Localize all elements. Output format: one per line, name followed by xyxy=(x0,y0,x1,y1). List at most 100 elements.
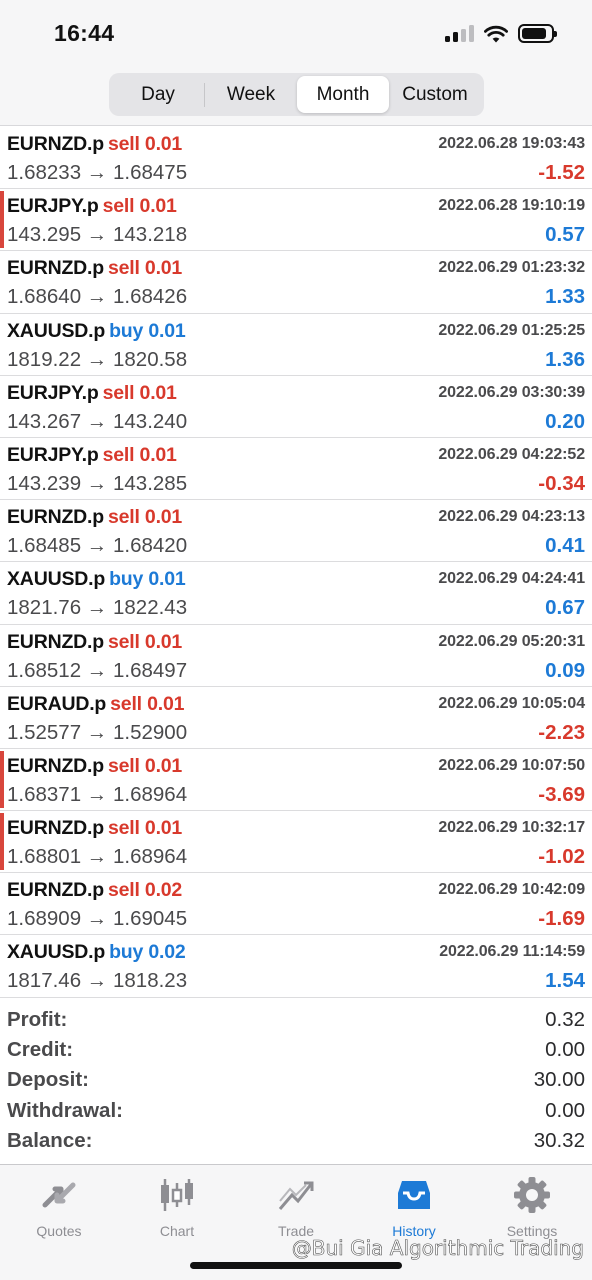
segment-custom[interactable]: Custom xyxy=(389,76,481,113)
trade-profit: 0.09 xyxy=(545,658,585,682)
row-marker xyxy=(0,750,4,809)
trade-row[interactable]: XAUUSD.p buy 0.02 2022.06.29 11:14:59 1817.… xyxy=(0,935,592,998)
tab-chart[interactable]: Chart xyxy=(118,1175,236,1239)
trade-profit: 1.33 xyxy=(545,285,585,309)
trade-side-volume: sell 0.01 xyxy=(107,506,183,529)
trade-row[interactable]: EURAUD.p sell 0.01 2022.06.29 10:05:04 1.52… xyxy=(0,687,592,749)
trade-symbol: EURJPY.p xyxy=(7,195,99,218)
trade-side-volume: sell 0.01 xyxy=(110,692,185,715)
trade-profit: 0.67 xyxy=(545,596,585,620)
trade-row[interactable]: EURNZD.p sell 0.01 2022.06.28 19:03:43 1.68… xyxy=(0,127,592,190)
trade-row[interactable]: EURJPY.p sell 0.01 2022.06.29 04:22:52 143.… xyxy=(0,438,592,501)
summary-label: Deposit: xyxy=(7,1068,89,1092)
trade-profit: -0.34 xyxy=(538,471,585,495)
home-indicator[interactable] xyxy=(190,1262,402,1269)
summary-row: Credit: 0.00 xyxy=(0,1038,592,1068)
trade-time: 2022.06.29 05:20:31 xyxy=(438,632,585,650)
period-selector-bar: Day Week Month Custom xyxy=(0,68,592,126)
trade-prices: 1.68909 → 1.69045 xyxy=(7,907,188,931)
status-icons xyxy=(445,24,557,43)
trade-prices: 143.295 → 143.218 xyxy=(7,223,188,247)
trade-side-volume: buy 0.02 xyxy=(109,941,186,964)
summary-label: Credit: xyxy=(7,1038,74,1062)
trade-side-volume: sell 0.01 xyxy=(102,195,177,218)
status-time: 16:44 xyxy=(54,20,115,46)
summary-label: Withdrawal: xyxy=(7,1098,123,1122)
summary-row: Deposit: 30.00 xyxy=(0,1068,592,1098)
trade-row[interactable]: EURNZD.p sell 0.01 2022.06.29 04:23:13 1.68… xyxy=(0,500,592,563)
trade-side-volume: sell 0.01 xyxy=(107,257,183,280)
summary-value: 0.00 xyxy=(545,1098,585,1122)
trade-symbol-line: EURNZD.p sell 0.01 xyxy=(7,755,182,778)
tab-history[interactable]: History xyxy=(355,1175,473,1239)
trade-symbol-line: EURNZD.p sell 0.01 xyxy=(7,506,182,529)
summary-value: 30.00 xyxy=(533,1068,585,1092)
segment-month[interactable]: Month xyxy=(297,76,389,113)
row-marker xyxy=(0,813,4,871)
trade-prices: 1.68640 → 1.68426 xyxy=(7,285,188,309)
trade-time: 2022.06.29 10:05:04 xyxy=(438,694,585,712)
trade-time: 2022.06.29 10:42:09 xyxy=(438,881,585,899)
trade-row[interactable]: EURJPY.p sell 0.01 2022.06.29 03:30:39 143.… xyxy=(0,376,592,438)
tab-trade[interactable]: Trade xyxy=(237,1175,355,1239)
trade-symbol-line: EURNZD.p sell 0.02 xyxy=(7,879,182,902)
trade-profit: -1.02 xyxy=(538,845,585,869)
trade-row[interactable]: EURNZD.p sell 0.01 2022.06.29 10:32:17 1.68… xyxy=(0,811,592,874)
trade-row[interactable]: EURJPY.p sell 0.01 2022.06.28 19:10:19 143.… xyxy=(0,189,592,252)
trade-symbol-line: XAUUSD.p buy 0.01 xyxy=(7,320,186,343)
trade-symbol-line: EURNZD.p sell 0.01 xyxy=(7,817,182,840)
trade-time: 2022.06.28 19:10:19 xyxy=(438,197,585,215)
trade-symbol-line: EURNZD.p sell 0.01 xyxy=(7,257,182,280)
battery-icon xyxy=(518,24,557,43)
trade-symbol: XAUUSD.p xyxy=(7,941,106,964)
trade-time: 2022.06.29 04:22:52 xyxy=(438,445,585,463)
trade-symbol: EURNZD.p xyxy=(7,817,104,840)
trade-history-list: EURNZD.p sell 0.01 2022.06.28 19:03:43 1.68… xyxy=(0,127,592,998)
trade-row[interactable]: EURNZD.p sell 0.02 2022.06.29 10:42:09 1.68… xyxy=(0,873,592,936)
trade-time: 2022.06.29 04:23:13 xyxy=(438,508,585,526)
trade-prices: 1.68371 → 1.68964 xyxy=(7,782,188,806)
trade-profit: -3.69 xyxy=(538,782,585,806)
trade-side-volume: sell 0.01 xyxy=(107,133,183,155)
trade-time: 2022.06.29 03:30:39 xyxy=(438,383,585,401)
trade-prices: 1.68512 → 1.68497 xyxy=(7,658,188,682)
trade-time: 2022.06.29 01:25:25 xyxy=(438,321,585,339)
wifi-icon xyxy=(484,25,508,42)
trade-row[interactable]: EURNZD.p sell 0.01 2022.06.29 05:20:31 1.68… xyxy=(0,625,592,687)
quotes-icon xyxy=(42,1182,76,1208)
settings-icon xyxy=(514,1177,550,1213)
segment-week[interactable]: Week xyxy=(205,76,297,113)
trade-row[interactable]: XAUUSD.p buy 0.01 2022.06.29 04:24:41 1821.… xyxy=(0,562,592,625)
trade-symbol: XAUUSD.p xyxy=(7,319,106,342)
trade-profit: -1.52 xyxy=(538,161,585,184)
status-bar: 16:44 xyxy=(0,0,592,68)
summary-label: Balance: xyxy=(7,1128,93,1152)
trade-side-volume: sell 0.01 xyxy=(102,381,177,404)
trade-side-volume: buy 0.01 xyxy=(109,319,186,342)
trade-symbol: EURNZD.p xyxy=(7,257,104,280)
trade-symbol-line: EURNZD.p sell 0.01 xyxy=(7,133,182,156)
trade-symbol-line: EURNZD.p sell 0.01 xyxy=(7,631,182,654)
tab-quotes[interactable]: Quotes xyxy=(0,1175,118,1239)
watermark-text: @Bui Gia Algorithmic Trading xyxy=(291,1236,584,1261)
trade-side-volume: sell 0.01 xyxy=(102,443,177,466)
trade-prices: 1.68485 → 1.68420 xyxy=(7,534,188,558)
trade-side-volume: sell 0.02 xyxy=(107,879,183,902)
trade-side-volume: sell 0.01 xyxy=(107,754,183,777)
summary-label: Profit: xyxy=(7,1008,68,1031)
trade-symbol: EURNZD.p xyxy=(7,630,104,653)
segment-day[interactable]: Day xyxy=(112,76,204,113)
trade-symbol-line: EURJPY.p sell 0.01 xyxy=(7,444,177,467)
trade-row[interactable]: EURNZD.p sell 0.01 2022.06.29 10:07:50 1.68… xyxy=(0,749,592,812)
trade-symbol: EURNZD.p xyxy=(7,133,104,155)
trade-row[interactable]: EURNZD.p sell 0.01 2022.06.29 01:23:32 1.68… xyxy=(0,251,592,314)
trade-profit: -2.23 xyxy=(538,720,585,744)
tab-settings[interactable]: Settings xyxy=(473,1175,591,1239)
trade-prices: 1817.46 → 1818.23 xyxy=(7,969,188,993)
trade-profit: 0.20 xyxy=(545,409,585,433)
trade-time: 2022.06.29 01:23:32 xyxy=(438,259,585,277)
trade-row[interactable]: XAUUSD.p buy 0.01 2022.06.29 01:25:25 1819.… xyxy=(0,314,592,376)
trade-time: 2022.06.29 10:32:17 xyxy=(438,819,585,837)
trade-symbol: EURJPY.p xyxy=(7,443,99,466)
account-summary: Profit: 0.32 Credit: 0.00 Deposit: 30.00 Withd… xyxy=(0,1008,592,1159)
